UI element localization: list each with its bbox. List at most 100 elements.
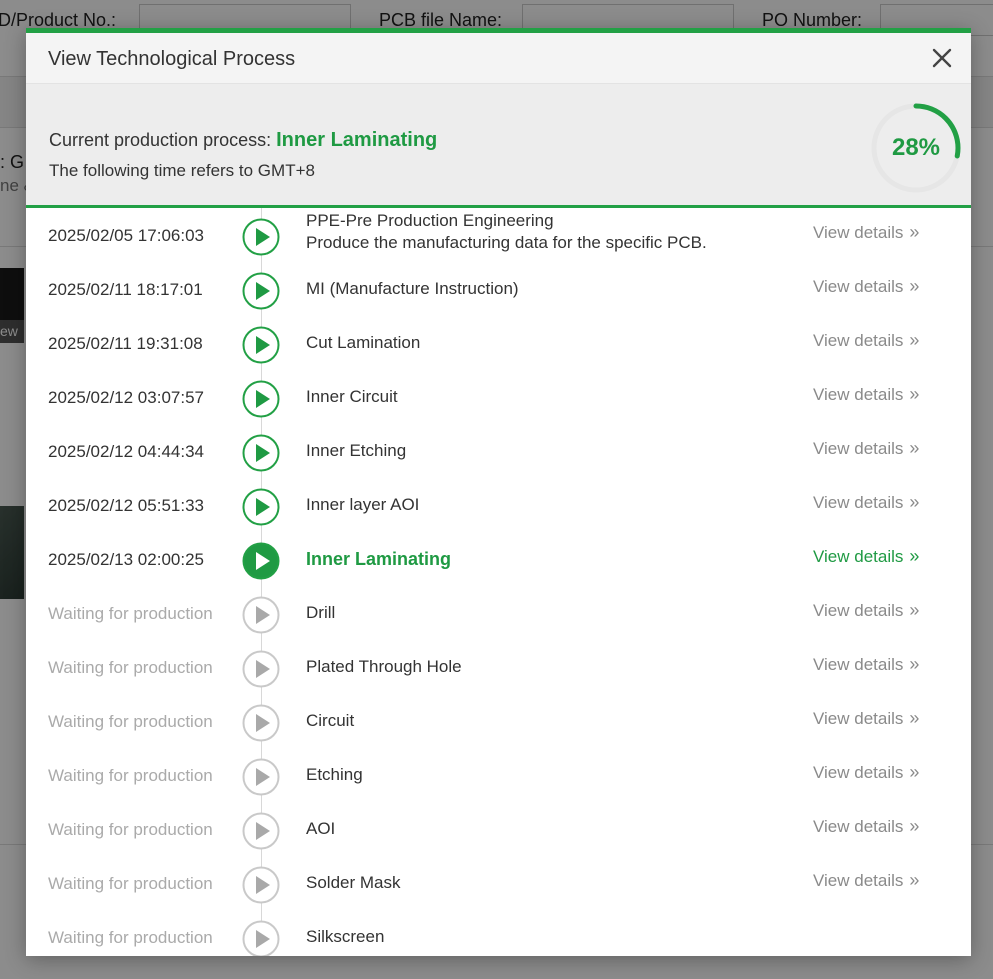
close-icon (932, 48, 952, 68)
double-chevron-right-icon: » (909, 492, 920, 512)
step-name: PPE-Pre Production Engineering Produce th… (306, 211, 707, 253)
double-chevron-right-icon: » (909, 222, 920, 242)
step-name: Solder Mask (306, 873, 400, 893)
process-step: 2025/02/11 19:31:08 Cut Lamination View de… (26, 316, 971, 370)
current-process-label: Current production process: (49, 130, 272, 150)
process-step: 2025/02/05 17:06:03 PPE-Pre Production En… (26, 208, 971, 262)
timezone-note: The following time refers to GMT+8 (49, 161, 315, 180)
step-time: Waiting for production (48, 712, 213, 731)
view-details-link[interactable]: View details » (813, 546, 919, 567)
view-details-link[interactable]: View details » (813, 438, 919, 459)
view-details-label: View details (813, 277, 904, 296)
step-name: Circuit (306, 711, 354, 731)
step-title: Cut Lamination (306, 333, 421, 352)
process-step: 2025/02/13 02:00:25 Inner Laminating View … (26, 532, 971, 586)
pending-play-icon (242, 812, 280, 850)
view-details-label: View details (813, 871, 904, 890)
step-title: AOI (306, 819, 336, 838)
completed-play-icon (242, 272, 280, 310)
view-details-label: View details (813, 385, 904, 404)
step-name: Inner layer AOI (306, 495, 419, 515)
view-details-link[interactable]: View details » (813, 708, 919, 729)
view-details-link[interactable]: View details » (813, 654, 919, 675)
step-time: 2025/02/12 03:07:57 (48, 388, 204, 407)
view-details-label: View details (813, 223, 904, 242)
completed-play-icon (242, 326, 280, 364)
progress-percent: 28% (891, 134, 941, 161)
step-time: Waiting for production (48, 658, 213, 677)
step-time: 2025/02/05 17:06:03 (48, 226, 204, 245)
process-summary: Current production process: Inner Lamina… (26, 84, 971, 208)
double-chevron-right-icon: » (909, 708, 920, 728)
double-chevron-right-icon: » (909, 870, 920, 890)
step-title: Plated Through Hole (306, 657, 462, 676)
step-time: 2025/02/13 02:00:25 (48, 550, 204, 569)
process-step: 2025/02/11 18:17:01 MI (Manufacture Instr… (26, 262, 971, 316)
double-chevron-right-icon: » (909, 816, 920, 836)
double-chevron-right-icon: » (909, 276, 920, 296)
double-chevron-right-icon: » (909, 384, 920, 404)
step-name: Cut Lamination (306, 333, 420, 353)
double-chevron-right-icon: » (909, 438, 920, 458)
step-title: Inner layer AOI (306, 495, 420, 514)
step-name: Inner Laminating (306, 549, 451, 570)
view-details-link[interactable]: View details » (813, 816, 919, 837)
current-play-icon (242, 542, 280, 580)
double-chevron-right-icon: » (909, 762, 920, 782)
view-details-label: View details (813, 493, 904, 512)
current-process-value: Inner Laminating (276, 129, 438, 151)
view-details-link[interactable]: View details » (813, 600, 919, 621)
view-details-link[interactable]: View details » (813, 762, 919, 783)
view-details-link[interactable]: View details » (813, 870, 919, 891)
step-title: PPE-Pre Production Engineering (306, 211, 554, 230)
double-chevron-right-icon: » (909, 330, 920, 350)
pending-play-icon (242, 704, 280, 742)
step-title: MI (Manufacture Instruction) (306, 279, 519, 298)
process-step: 2025/02/12 04:44:34 Inner Etching View det… (26, 424, 971, 478)
step-title: Circuit (306, 711, 355, 730)
step-time: Waiting for production (48, 820, 213, 839)
modal-header: View Technological Process (26, 33, 971, 84)
step-name: Etching (306, 765, 363, 785)
close-button[interactable] (929, 45, 955, 71)
view-details-label: View details (813, 547, 904, 566)
step-time: 2025/02/11 19:31:08 (48, 334, 203, 353)
step-name: Plated Through Hole (306, 657, 462, 677)
view-details-link[interactable]: View details » (813, 492, 919, 513)
step-title: Inner Etching (306, 441, 407, 460)
step-name: Inner Circuit (306, 387, 398, 407)
double-chevron-right-icon: » (909, 600, 920, 620)
completed-play-icon (242, 218, 280, 256)
view-details-label: View details (813, 601, 904, 620)
step-name: Drill (306, 603, 335, 623)
view-details-link[interactable]: View details » (813, 222, 919, 243)
step-description: Produce the manufacturing data for the s… (306, 233, 707, 252)
current-process: Current production process: Inner Lamina… (49, 129, 437, 152)
process-step: Waiting for production Solder Mask View de… (26, 856, 971, 910)
step-time: Waiting for production (48, 766, 213, 785)
view-details-label: View details (813, 709, 904, 728)
step-time: 2025/02/11 18:17:01 (48, 280, 203, 299)
step-name: Silkscreen (306, 927, 384, 947)
process-modal: View Technological Process Current produ… (26, 28, 971, 956)
process-step: 2025/02/12 03:07:57 Inner Circuit View det… (26, 370, 971, 424)
pending-play-icon (242, 920, 280, 956)
step-name: AOI (306, 819, 335, 839)
view-details-link[interactable]: View details » (813, 384, 919, 405)
process-step: Waiting for production Plated Through Hol… (26, 640, 971, 694)
view-details-label: View details (813, 655, 904, 674)
completed-play-icon (242, 488, 280, 526)
view-details-link[interactable]: View details » (813, 330, 919, 351)
step-time: Waiting for production (48, 874, 213, 893)
modal-title: View Technological Process (48, 48, 296, 70)
step-name: Inner Etching (306, 441, 406, 461)
double-chevron-right-icon: » (909, 654, 920, 674)
step-time: Waiting for production (48, 604, 213, 623)
process-step: 2025/02/12 05:51:33 Inner layer AOI View d… (26, 478, 971, 532)
view-details-label: View details (813, 331, 904, 350)
process-step: Waiting for production Circuit View detail… (26, 694, 971, 748)
view-details-label: View details (813, 817, 904, 836)
view-details-label: View details (813, 763, 904, 782)
view-details-link[interactable]: View details » (813, 276, 919, 297)
process-step: Waiting for production Drill View details » (26, 586, 971, 640)
